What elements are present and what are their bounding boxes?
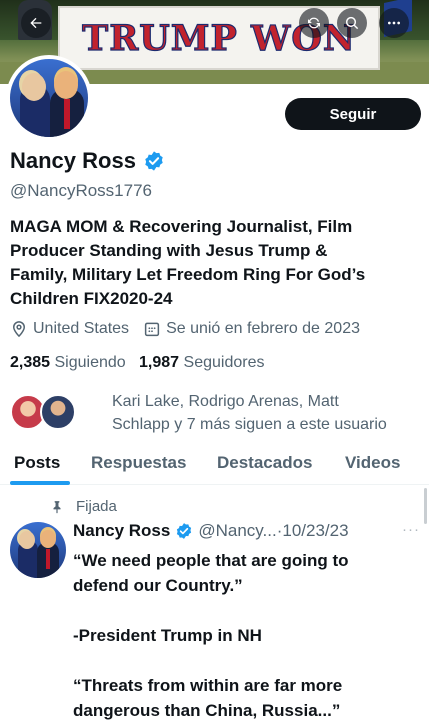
post-line: [73, 598, 423, 623]
location-icon: [12, 321, 26, 338]
known-followers[interactable]: Kari Lake, Rodrigo Arenas, Matt Schlapp …: [10, 390, 425, 436]
bio-line: Children FIX2020-24: [10, 289, 173, 308]
post-author-name[interactable]: Nancy Ross: [73, 521, 170, 541]
search-icon: [345, 16, 359, 30]
post-line: “We need people that are going to: [73, 551, 349, 570]
post-line: dangerous than China, Russia...”: [73, 701, 341, 720]
profile-name: Nancy Ross: [10, 148, 136, 173]
followers-count: 1,987: [139, 354, 180, 371]
pin-icon: [53, 500, 61, 513]
following-label: Siguiendo: [54, 354, 126, 371]
bio-line: Family, Military Let Freedom Ring For Go…: [10, 265, 366, 284]
post-author-avatar[interactable]: [10, 522, 66, 578]
profile-handle: @NancyRoss1776: [10, 181, 152, 200]
bio-line: MAGA MOM & Recovering Journalist, Film: [10, 217, 353, 236]
profile-tabs: Posts Respuestas Destacados Videos: [0, 448, 429, 485]
post-text[interactable]: “We need people that are going to defend…: [73, 548, 423, 720]
post-date[interactable]: 10/23/23: [282, 521, 348, 541]
post-author-handle[interactable]: @Nancy...: [198, 521, 276, 541]
follow-button[interactable]: Seguir: [285, 98, 421, 130]
verified-badge-icon[interactable]: [143, 150, 165, 172]
refresh-button[interactable]: [299, 8, 329, 38]
bio-line: Producer Standing with Jesus Trump &: [10, 241, 328, 260]
tab-posts[interactable]: Posts: [14, 453, 60, 473]
more-button[interactable]: [379, 8, 409, 38]
profile-meta: United States Se unió en febrero de 2023: [10, 320, 360, 338]
following-count: 2,385: [10, 354, 51, 371]
known-follower-avatar: [40, 394, 76, 430]
verified-badge-icon: [177, 523, 192, 539]
profile-joined: Se unió en febrero de 2023: [166, 320, 360, 337]
post-line: “Threats from within are far more: [73, 676, 343, 695]
search-button[interactable]: [337, 8, 367, 38]
known-followers-text: Kari Lake, Rodrigo Arenas, Matt Schlapp …: [112, 393, 387, 433]
back-arrow-icon: [30, 17, 42, 29]
pinned-indicator: Fijada: [50, 498, 117, 515]
tab-destacados[interactable]: Destacados: [217, 453, 312, 473]
post-line: [73, 648, 423, 673]
refresh-icon: [308, 17, 320, 29]
post-line: defend our Country.”: [73, 576, 243, 595]
followers-link[interactable]: 1,987 Seguidores: [139, 354, 264, 371]
profile-location: United States: [33, 320, 130, 337]
following-link[interactable]: 2,385 Siguiendo: [10, 354, 130, 371]
post-header: Nancy Ross @Nancy... · 10/23/23: [73, 521, 349, 541]
active-tab-indicator: [10, 481, 70, 485]
post-line: -President Trump in NH: [73, 626, 262, 645]
followers-label: Seguidores: [183, 354, 265, 371]
more-icon: [388, 21, 400, 25]
profile-avatar[interactable]: [6, 55, 92, 141]
profile-counts: 2,385 Siguiendo 1,987 Seguidores: [10, 354, 264, 372]
calendar-icon: [144, 322, 160, 337]
pinned-label: Fijada: [76, 498, 117, 515]
tab-respuestas[interactable]: Respuestas: [91, 453, 186, 473]
back-button[interactable]: [21, 8, 51, 38]
tab-videos[interactable]: Videos: [345, 453, 400, 473]
scrollbar[interactable]: [424, 488, 427, 524]
banner-sign: TRUMP WON: [58, 6, 380, 70]
post-more-button[interactable]: ···: [402, 521, 420, 538]
profile-name-row: Nancy Ross: [10, 148, 165, 174]
profile-bio: MAGA MOM & Recovering Journalist, Film P…: [10, 215, 420, 311]
